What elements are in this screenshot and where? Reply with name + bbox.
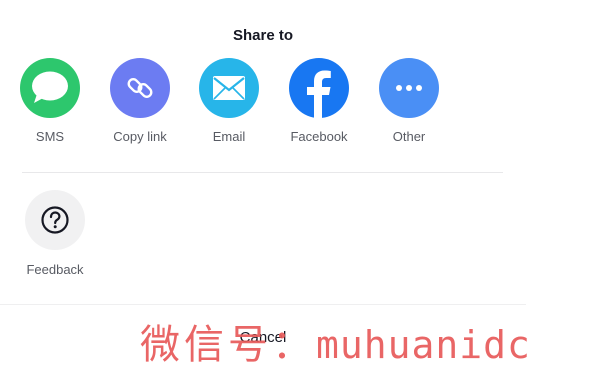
sheet-title: Share to (232, 27, 293, 44)
email-icon (199, 58, 259, 118)
sms-icon (20, 58, 80, 118)
share-item-sms[interactable]: SMS (5, 58, 95, 154)
share-sheet: Share to SMS Copy link Email Facebook Ot… (0, 0, 614, 381)
share-item-facebook[interactable]: Facebook (274, 58, 364, 154)
share-item-other[interactable]: Other (364, 58, 454, 154)
link-icon (110, 58, 170, 118)
share-label-other: Other (392, 129, 426, 144)
share-item-copy-link[interactable]: Copy link (95, 58, 185, 154)
share-label-facebook: Facebook (290, 129, 348, 144)
cancel-button[interactable]: Cancel (0, 305, 526, 369)
share-label-copy-link: Copy link (113, 129, 167, 144)
share-item-email[interactable]: Email (184, 58, 274, 154)
facebook-icon (289, 58, 349, 118)
share-label-email: Email (212, 129, 246, 144)
feedback-label: Feedback (26, 262, 84, 277)
question-icon (25, 190, 85, 250)
share-label-sms: SMS (35, 129, 65, 144)
share-targets-row: SMS Copy link Email Facebook Other (0, 58, 526, 154)
feedback-action[interactable]: Feedback (10, 188, 100, 284)
more-icon (379, 58, 439, 118)
section-divider (22, 172, 503, 173)
